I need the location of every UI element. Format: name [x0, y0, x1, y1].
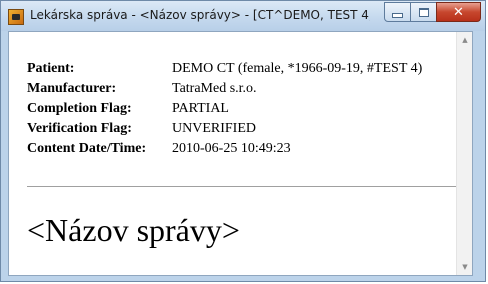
report-view[interactable]: Patient: DEMO CT (female, *1966-09-19, #…: [8, 31, 473, 276]
close-icon: ✕: [453, 4, 464, 20]
patient-value: DEMO CT (female, *1966-09-19, #TEST 4): [172, 61, 423, 76]
scroll-down-arrow-icon[interactable]: ▼: [457, 259, 472, 275]
close-button[interactable]: ✕: [436, 2, 481, 22]
info-row-verification: Verification Flag: UNVERIFIED: [27, 121, 422, 141]
completion-flag-label: Completion Flag:: [27, 101, 132, 116]
window-title: Lekárska správa - <Názov správy> - [CT^D…: [30, 8, 370, 22]
vertical-scrollbar[interactable]: ▲ ▼: [456, 32, 472, 275]
verification-flag-value: UNVERIFIED: [172, 121, 256, 136]
info-row-patient: Patient: DEMO CT (female, *1966-09-19, #…: [27, 61, 422, 81]
horizontal-divider: [27, 186, 460, 187]
maximize-icon: [418, 7, 429, 17]
report-heading: <Názov správy>: [27, 212, 240, 248]
title-bar[interactable]: Lekárska správa - <Názov správy> - [CT^D…: [1, 1, 485, 31]
app-icon[interactable]: [8, 9, 24, 25]
scroll-up-arrow-icon[interactable]: ▲: [457, 32, 472, 48]
report-info-table: Patient: DEMO CT (female, *1966-09-19, #…: [27, 61, 422, 161]
report-window: Lekárska správa - <Názov správy> - [CT^D…: [0, 0, 486, 282]
report-content: Patient: DEMO CT (female, *1966-09-19, #…: [9, 32, 460, 275]
minimize-button[interactable]: [384, 2, 411, 22]
manufacturer-label: Manufacturer:: [27, 81, 117, 96]
info-row-manufacturer: Manufacturer: TatraMed s.r.o.: [27, 81, 422, 101]
minimize-icon: [392, 12, 403, 18]
content-datetime-label: Content Date/Time:: [27, 141, 147, 156]
maximize-button[interactable]: [410, 2, 437, 22]
patient-label: Patient:: [27, 61, 75, 76]
content-datetime-value: 2010-06-25 10:49:23: [172, 141, 291, 156]
verification-flag-label: Verification Flag:: [27, 121, 132, 136]
manufacturer-value: TatraMed s.r.o.: [172, 81, 257, 96]
completion-flag-value: PARTIAL: [172, 101, 229, 116]
info-row-content-datetime: Content Date/Time: 2010-06-25 10:49:23: [27, 141, 422, 161]
info-row-completion: Completion Flag: PARTIAL: [27, 101, 422, 121]
